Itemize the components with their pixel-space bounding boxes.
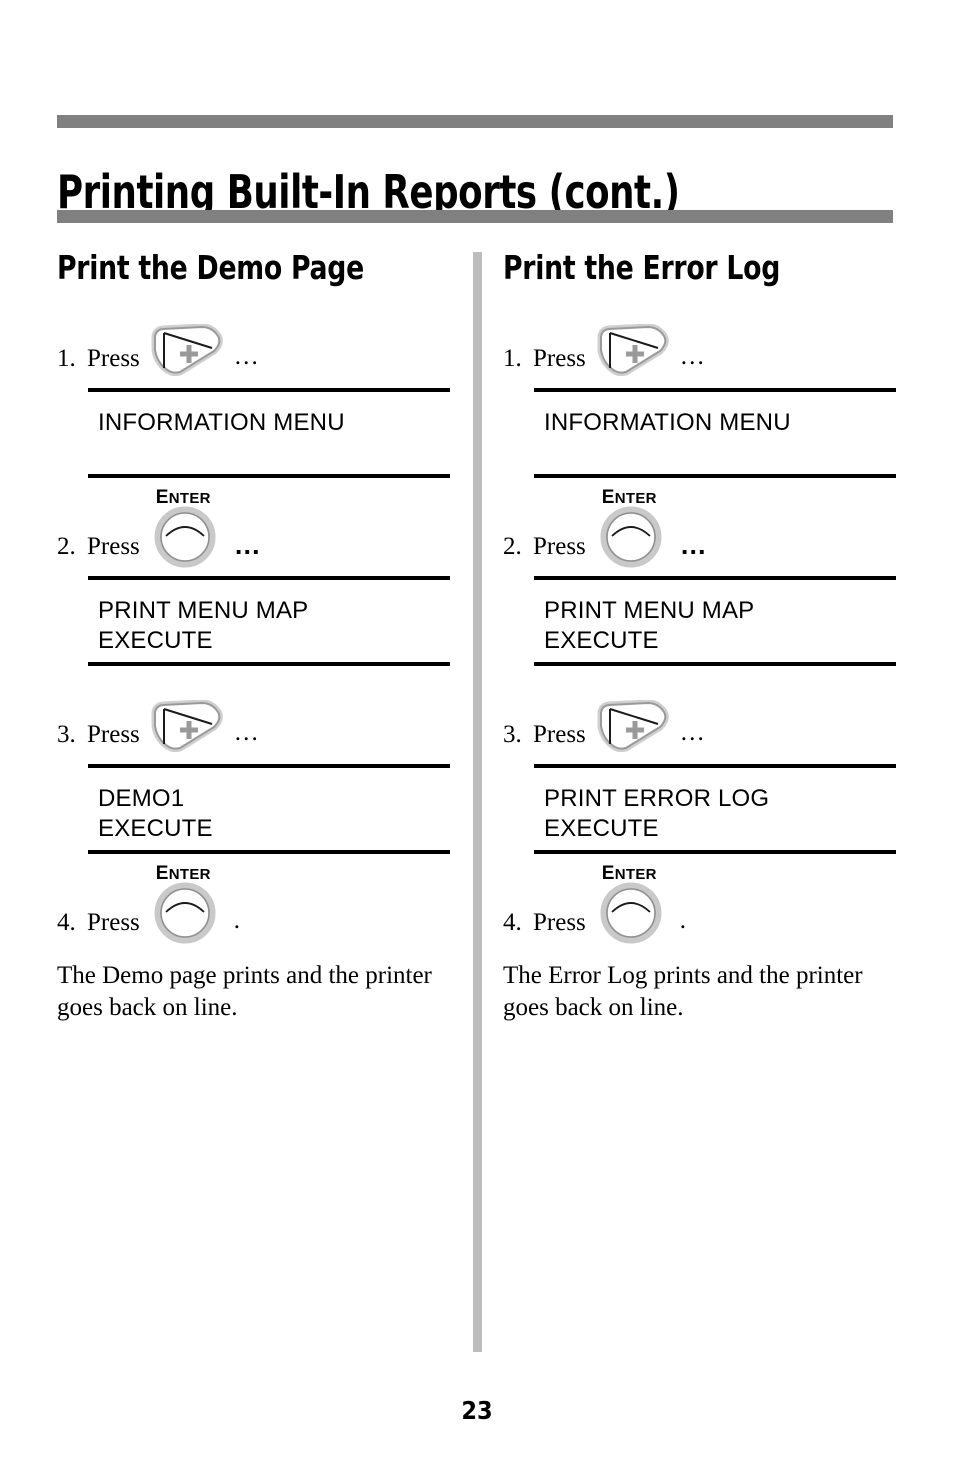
enter-label-cap: E: [155, 863, 169, 884]
lcd-display-panel: INFORMATION MENU: [88, 388, 450, 478]
enter-label-smallcaps: NTER: [168, 490, 211, 507]
step-trailer: …: [233, 343, 260, 370]
enter-button-label: ENTER: [601, 487, 657, 508]
step-number: 1.: [503, 345, 522, 372]
step-number: 4.: [57, 909, 76, 936]
enter-label-cap: E: [601, 487, 615, 508]
step-verb: Press: [87, 909, 140, 936]
step-number: 2.: [57, 533, 76, 560]
enter-round-button-icon: [600, 882, 662, 944]
enter-label-smallcaps: NTER: [168, 866, 211, 883]
step-row: 2. Press ENTER …: [57, 488, 477, 568]
lcd-display-panel: PRINT MENU MAP EXECUTE: [534, 576, 896, 666]
enter-button-label: ENTER: [155, 487, 211, 508]
header-accent-bar-top: [57, 115, 893, 128]
step-row: 3. Press …: [503, 692, 923, 753]
lcd-display-line: PRINT MENU MAP: [98, 597, 309, 624]
step-row: 3. Press …: [57, 692, 477, 753]
button-illustration-slot: ENTER: [150, 488, 228, 568]
step-trailer: …: [679, 719, 706, 746]
step-row: 4. Press ENTER.: [503, 864, 923, 944]
step-number: 3.: [57, 721, 76, 748]
enter-label-smallcaps: NTER: [614, 490, 657, 507]
lcd-display-line: DEMO1: [98, 785, 185, 812]
lcd-display-panel: DEMO1 EXECUTE: [88, 764, 450, 854]
step-row: 4. Press ENTER.: [57, 864, 477, 944]
step-trailer: .: [679, 907, 687, 934]
step-trailer: …: [233, 719, 260, 746]
enter-button-label: ENTER: [155, 863, 211, 884]
button-illustration-slot: ENTER: [596, 488, 674, 568]
step-verb: Press: [87, 721, 140, 748]
enter-round-button-icon: [600, 506, 662, 568]
step-verb: Press: [87, 345, 140, 372]
lcd-display-line: EXECUTE: [98, 627, 213, 654]
step-number: 2.: [503, 533, 522, 560]
lcd-display-line: EXECUTE: [544, 627, 659, 654]
step-verb: Press: [87, 533, 140, 560]
lcd-display-line: PRINT ERROR LOG: [544, 785, 770, 812]
button-illustration-slot: [150, 694, 228, 753]
step-verb: Press: [533, 721, 586, 748]
plus-wedge-button-icon: [150, 699, 224, 753]
section-heading: Print the Demo Page: [57, 248, 364, 287]
lcd-display-panel: PRINT MENU MAP EXECUTE: [88, 576, 450, 666]
lcd-display-line: EXECUTE: [98, 815, 213, 842]
enter-label-cap: E: [155, 487, 169, 508]
page-number: 23: [461, 1396, 493, 1425]
column-error-log: Print the Error Log 1. Press … INFORMATION M…: [503, 248, 923, 1024]
document-page: Printing Built-In Reports (cont.) Print …: [0, 0, 954, 1475]
step-trailer: .: [233, 907, 241, 934]
result-paragraph: The Error Log prints and the printer goe…: [503, 962, 863, 1021]
step-trailer: …: [679, 530, 709, 560]
result-paragraph: The Demo page prints and the printer goe…: [57, 962, 432, 1021]
step-row: 1. Press …: [503, 316, 923, 377]
lcd-display-line: PRINT MENU MAP: [544, 597, 755, 624]
step-row: 2. Press ENTER …: [503, 488, 923, 568]
step-trailer: …: [679, 343, 706, 370]
step-verb: Press: [533, 533, 586, 560]
enter-label-cap: E: [601, 863, 615, 884]
step-number: 1.: [57, 345, 76, 372]
lcd-display-panel: INFORMATION MENU: [534, 388, 896, 478]
enter-label-smallcaps: NTER: [614, 866, 657, 883]
button-illustration-slot: [596, 694, 674, 753]
step-verb: Press: [533, 909, 586, 936]
section-heading: Print the Error Log: [503, 248, 781, 287]
button-illustration-slot: ENTER: [150, 864, 228, 944]
plus-wedge-button-icon: [150, 323, 224, 377]
lcd-display-panel: PRINT ERROR LOG EXECUTE: [534, 764, 896, 854]
step-number: 3.: [503, 721, 522, 748]
step-verb: Press: [533, 345, 586, 372]
column-demo-page: Print the Demo Page 1. Press … INFORMATION M…: [57, 248, 477, 1024]
lcd-display-line: INFORMATION MENU: [98, 409, 345, 436]
plus-wedge-button-icon: [596, 699, 670, 753]
step-row: 1. Press …: [57, 316, 477, 377]
enter-round-button-icon: [154, 882, 216, 944]
enter-button-label: ENTER: [601, 863, 657, 884]
button-illustration-slot: [596, 318, 674, 377]
header-accent-bar-bottom: [57, 210, 893, 223]
step-number: 4.: [503, 909, 522, 936]
plus-wedge-button-icon: [596, 323, 670, 377]
step-trailer: …: [233, 530, 263, 560]
button-illustration-slot: ENTER: [596, 864, 674, 944]
button-illustration-slot: [150, 318, 228, 377]
lcd-display-line: INFORMATION MENU: [544, 409, 791, 436]
enter-round-button-icon: [154, 506, 216, 568]
lcd-display-line: EXECUTE: [544, 815, 659, 842]
